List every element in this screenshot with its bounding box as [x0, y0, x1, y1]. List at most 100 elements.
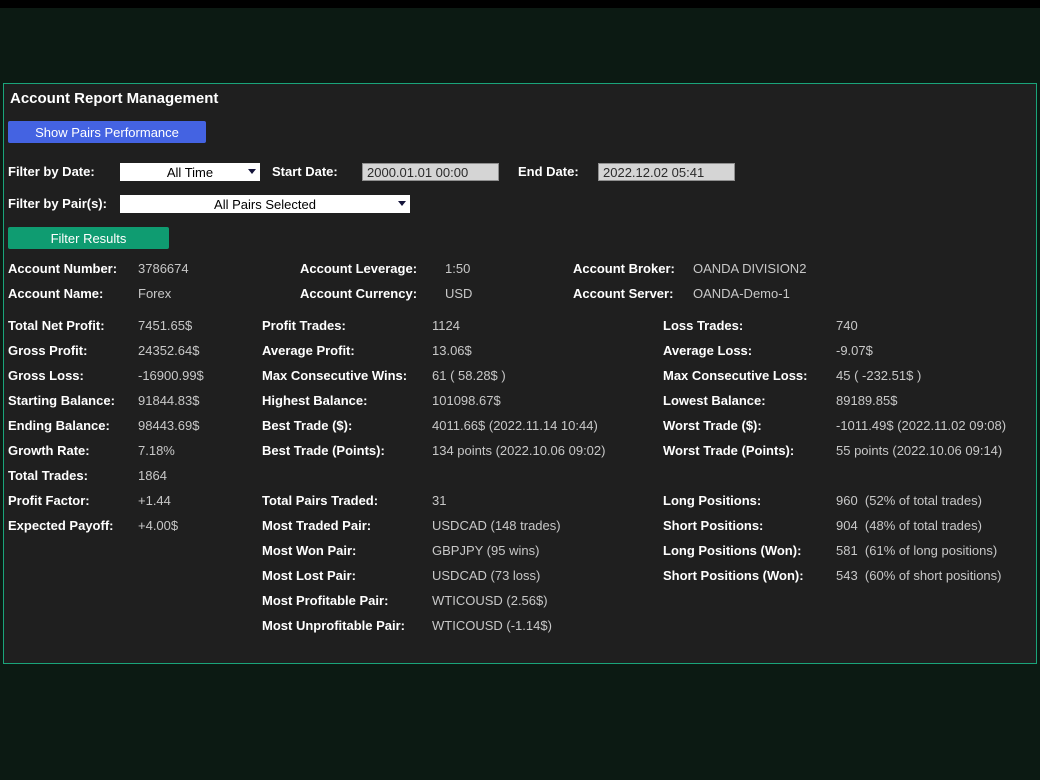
pairs-filter-row: Filter by Pair(s): All Pairs Selected	[4, 195, 1036, 215]
stat-label: Most Traded Pair:	[262, 517, 432, 534]
stat-label: Starting Balance:	[8, 392, 138, 409]
start-date-input[interactable]	[362, 163, 499, 181]
stat-row: Best Trade (Points):134 points (2022.10.…	[262, 442, 605, 467]
stat-label: Gross Loss:	[8, 367, 138, 384]
stat-row: Short Positions (Won):543 (60% of short …	[663, 567, 1006, 592]
stat-value: USDCAD (148 trades)	[432, 518, 561, 533]
account-leverage-label: Account Leverage:	[300, 261, 445, 276]
stat-label: Most Lost Pair:	[262, 567, 432, 584]
stat-label: Worst Trade (Points):	[663, 442, 836, 459]
stat-value: 98443.69$	[138, 418, 199, 433]
stat-row: Short Positions:904 (48% of total trades…	[663, 517, 1006, 542]
end-date-label: End Date:	[518, 163, 579, 181]
pairs-select[interactable]: All Pairs Selected	[120, 195, 410, 213]
stat-value: 960 (52% of total trades)	[836, 493, 982, 508]
stat-value: 7.18%	[138, 443, 175, 458]
page-title: Account Report Management	[10, 90, 218, 107]
stat-row: Long Positions (Won):581 (61% of long po…	[663, 542, 1006, 567]
filter-by-date-label: Filter by Date:	[8, 163, 95, 181]
stat-row: Most Traded Pair:USDCAD (148 trades)	[262, 517, 605, 542]
stat-row: Loss Trades:740	[663, 317, 1006, 342]
stat-row: Long Positions:960 (52% of total trades)	[663, 492, 1006, 517]
account-info-section: Account Number:3786674 Account Leverage:…	[8, 261, 1036, 311]
stat-row: Total Pairs Traded:31	[262, 492, 605, 517]
stat-value: 61 ( 58.28$ )	[432, 368, 506, 383]
stat-row: Average Loss:-9.07$	[663, 342, 1006, 367]
account-currency-value: USD	[445, 286, 472, 301]
stat-label: Expected Payoff:	[8, 517, 138, 534]
account-info-row: Account Name:Forex Account Currency:USD …	[8, 286, 1036, 311]
start-date-label: Start Date:	[272, 163, 338, 181]
date-filter-row: Filter by Date: All Time Start Date: End…	[4, 163, 1036, 183]
stat-label: Long Positions (Won):	[663, 542, 836, 559]
stat-row: Profit Trades:1124	[262, 317, 605, 342]
stat-value: 543 (60% of short positions)	[836, 568, 1001, 583]
end-date-input[interactable]	[598, 163, 735, 181]
stat-row: Gross Loss:-16900.99$	[8, 367, 204, 392]
stat-value: USDCAD (73 loss)	[432, 568, 540, 583]
stat-label: Short Positions (Won):	[663, 567, 836, 584]
account-broker-value: OANDA DIVISION2	[693, 261, 806, 276]
stat-value: 24352.64$	[138, 343, 199, 358]
stat-value: 45 ( -232.51$ )	[836, 368, 921, 383]
date-range-selected-value: All Time	[167, 165, 213, 180]
stat-value: -9.07$	[836, 343, 873, 358]
stat-value: -1011.49$ (2022.11.02 09:08)	[836, 418, 1006, 433]
stat-label: Worst Trade ($):	[663, 417, 836, 434]
stat-row: Worst Trade ($):-1011.49$ (2022.11.02 09…	[663, 417, 1006, 442]
stat-label: Profit Trades:	[262, 317, 432, 334]
filter-results-button[interactable]: Filter Results	[8, 227, 169, 249]
account-server-value: OANDA-Demo-1	[693, 286, 790, 301]
stat-value: +1.44	[138, 493, 171, 508]
stat-label: Average Loss:	[663, 342, 836, 359]
account-name-value: Forex	[138, 286, 171, 301]
stat-value: 55 points (2022.10.06 09:14)	[836, 443, 1002, 458]
stat-row: Expected Payoff:+4.00$	[8, 517, 204, 542]
stat-row: Highest Balance:101098.67$	[262, 392, 605, 417]
stat-row: Ending Balance:98443.69$	[8, 417, 204, 442]
stat-row: Average Profit:13.06$	[262, 342, 605, 367]
show-pairs-performance-button[interactable]: Show Pairs Performance	[8, 121, 206, 143]
stat-label: Loss Trades:	[663, 317, 836, 334]
stats-column-1: Total Net Profit:7451.65$ Gross Profit:2…	[8, 317, 204, 542]
stat-label: Highest Balance:	[262, 392, 432, 409]
stat-label: Most Profitable Pair:	[262, 592, 432, 609]
stat-label: Total Pairs Traded:	[262, 492, 432, 509]
stat-label: Average Profit:	[262, 342, 432, 359]
stat-value: +4.00$	[138, 518, 178, 533]
stat-value: 7451.65$	[138, 318, 192, 333]
stat-row: Profit Factor:+1.44	[8, 492, 204, 517]
stat-row: Growth Rate:7.18%	[8, 442, 204, 467]
stat-value: 13.06$	[432, 343, 472, 358]
date-range-select[interactable]: All Time	[120, 163, 260, 181]
stat-value: 581 (61% of long positions)	[836, 543, 997, 558]
stat-value: WTICOUSD (2.56$)	[432, 593, 548, 608]
pairs-selected-value: All Pairs Selected	[214, 197, 316, 212]
stat-label: Total Net Profit:	[8, 317, 138, 334]
stat-value: 1864	[138, 468, 167, 483]
stat-row: Gross Profit:24352.64$	[8, 342, 204, 367]
stat-row	[663, 467, 1006, 492]
stat-value: 1124	[432, 318, 460, 333]
stat-label: Max Consecutive Wins:	[262, 367, 432, 384]
stat-label: Most Won Pair:	[262, 542, 432, 559]
account-number-value: 3786674	[138, 261, 189, 276]
stat-row: Max Consecutive Wins:61 ( 58.28$ )	[262, 367, 605, 392]
account-number-label: Account Number:	[8, 261, 138, 276]
stat-row: Most Lost Pair:USDCAD (73 loss)	[262, 567, 605, 592]
filter-by-pairs-label: Filter by Pair(s):	[8, 195, 107, 213]
stats-column-3: Loss Trades:740 Average Loss:-9.07$ Max …	[663, 317, 1006, 592]
stat-value: 91844.83$	[138, 393, 199, 408]
stat-label: Most Unprofitable Pair:	[262, 617, 432, 634]
stat-value: 740	[836, 318, 858, 333]
stat-row: Total Net Profit:7451.65$	[8, 317, 204, 342]
account-currency-label: Account Currency:	[300, 286, 445, 301]
stat-row	[262, 467, 605, 492]
stat-row: Max Consecutive Loss:45 ( -232.51$ )	[663, 367, 1006, 392]
stat-value: 134 points (2022.10.06 09:02)	[432, 443, 605, 458]
stat-label: Best Trade (Points):	[262, 442, 432, 459]
top-edge	[0, 0, 1040, 8]
stat-label: Long Positions:	[663, 492, 836, 509]
stat-value: 89189.85$	[836, 393, 897, 408]
stat-label: Ending Balance:	[8, 417, 138, 434]
